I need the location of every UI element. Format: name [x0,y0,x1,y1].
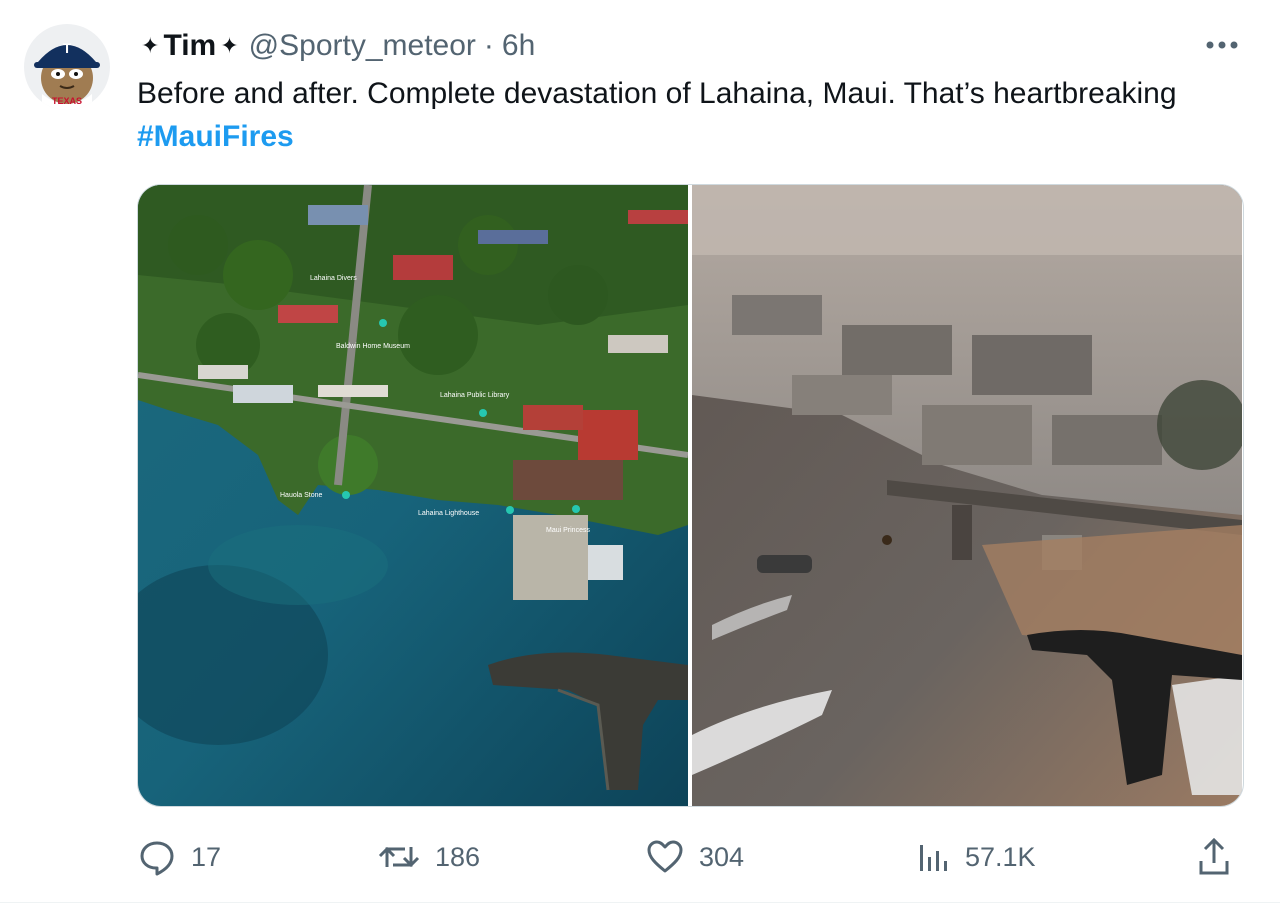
like-count: 304 [699,841,745,872]
hashtag-link[interactable]: #MauiFires [137,120,294,153]
retweet-count: 186 [435,841,481,872]
tweet-media[interactable]: Lahaina Divers Baldwin Home Museum Lahai… [137,184,1244,807]
label-lighthouse: Lahaina Lighthouse [418,510,479,517]
after-image[interactable] [692,185,1243,806]
user-handle[interactable]: @Sporty_meteor [249,29,476,63]
tweet-text: Before and after. Complete devastation o… [137,72,1227,158]
reply-icon [137,837,177,877]
reply-count: 17 [191,841,222,872]
avatar-image: T TEXAS [24,24,110,110]
separator-dot: · [483,29,494,62]
retweet-button[interactable]: 186 [377,836,480,878]
more-icon [1206,41,1238,49]
name-decoration-right: ✦ [220,33,239,58]
views-count: 57.1K [965,841,1036,872]
tweet-body: Before and after. Complete devastation o… [137,77,1177,110]
bottom-divider [0,902,1280,903]
display-name[interactable]: Tim [163,29,216,63]
views-button[interactable]: 57.1K [915,836,1036,878]
like-icon [645,837,685,877]
like-button[interactable]: 304 [645,836,744,878]
label-lahaina-divers: Lahaina Divers [310,275,357,282]
tweet-actions: 17 186 304 57.1K [137,836,1237,878]
svg-text:T: T [63,40,72,56]
label-baldwin: Baldwin Home Museum [336,343,410,350]
more-options-button[interactable] [1200,30,1244,60]
share-button[interactable] [1197,836,1245,878]
avatar[interactable]: T TEXAS [24,24,110,110]
tweet-time[interactable]: 6h [502,29,535,63]
label-library: Lahaina Public Library [440,392,510,399]
name-decoration-left: ✦ [141,33,160,58]
before-aerial-photo: Lahaina Divers Baldwin Home Museum Lahai… [138,185,689,806]
before-image[interactable]: Lahaina Divers Baldwin Home Museum Lahai… [138,185,689,806]
label-hauola: Hauola Stone [280,492,323,499]
reply-button[interactable]: 17 [137,836,221,878]
share-icon [1197,837,1231,877]
svg-text:TEXAS: TEXAS [52,96,82,106]
views-icon [915,837,951,877]
retweet-icon [377,837,421,877]
after-aerial-photo [692,185,1243,806]
tweet-header: ✦ Tim ✦ @Sporty_meteor · 6h [137,26,535,66]
label-maui-princess: Maui Princess [546,527,590,534]
